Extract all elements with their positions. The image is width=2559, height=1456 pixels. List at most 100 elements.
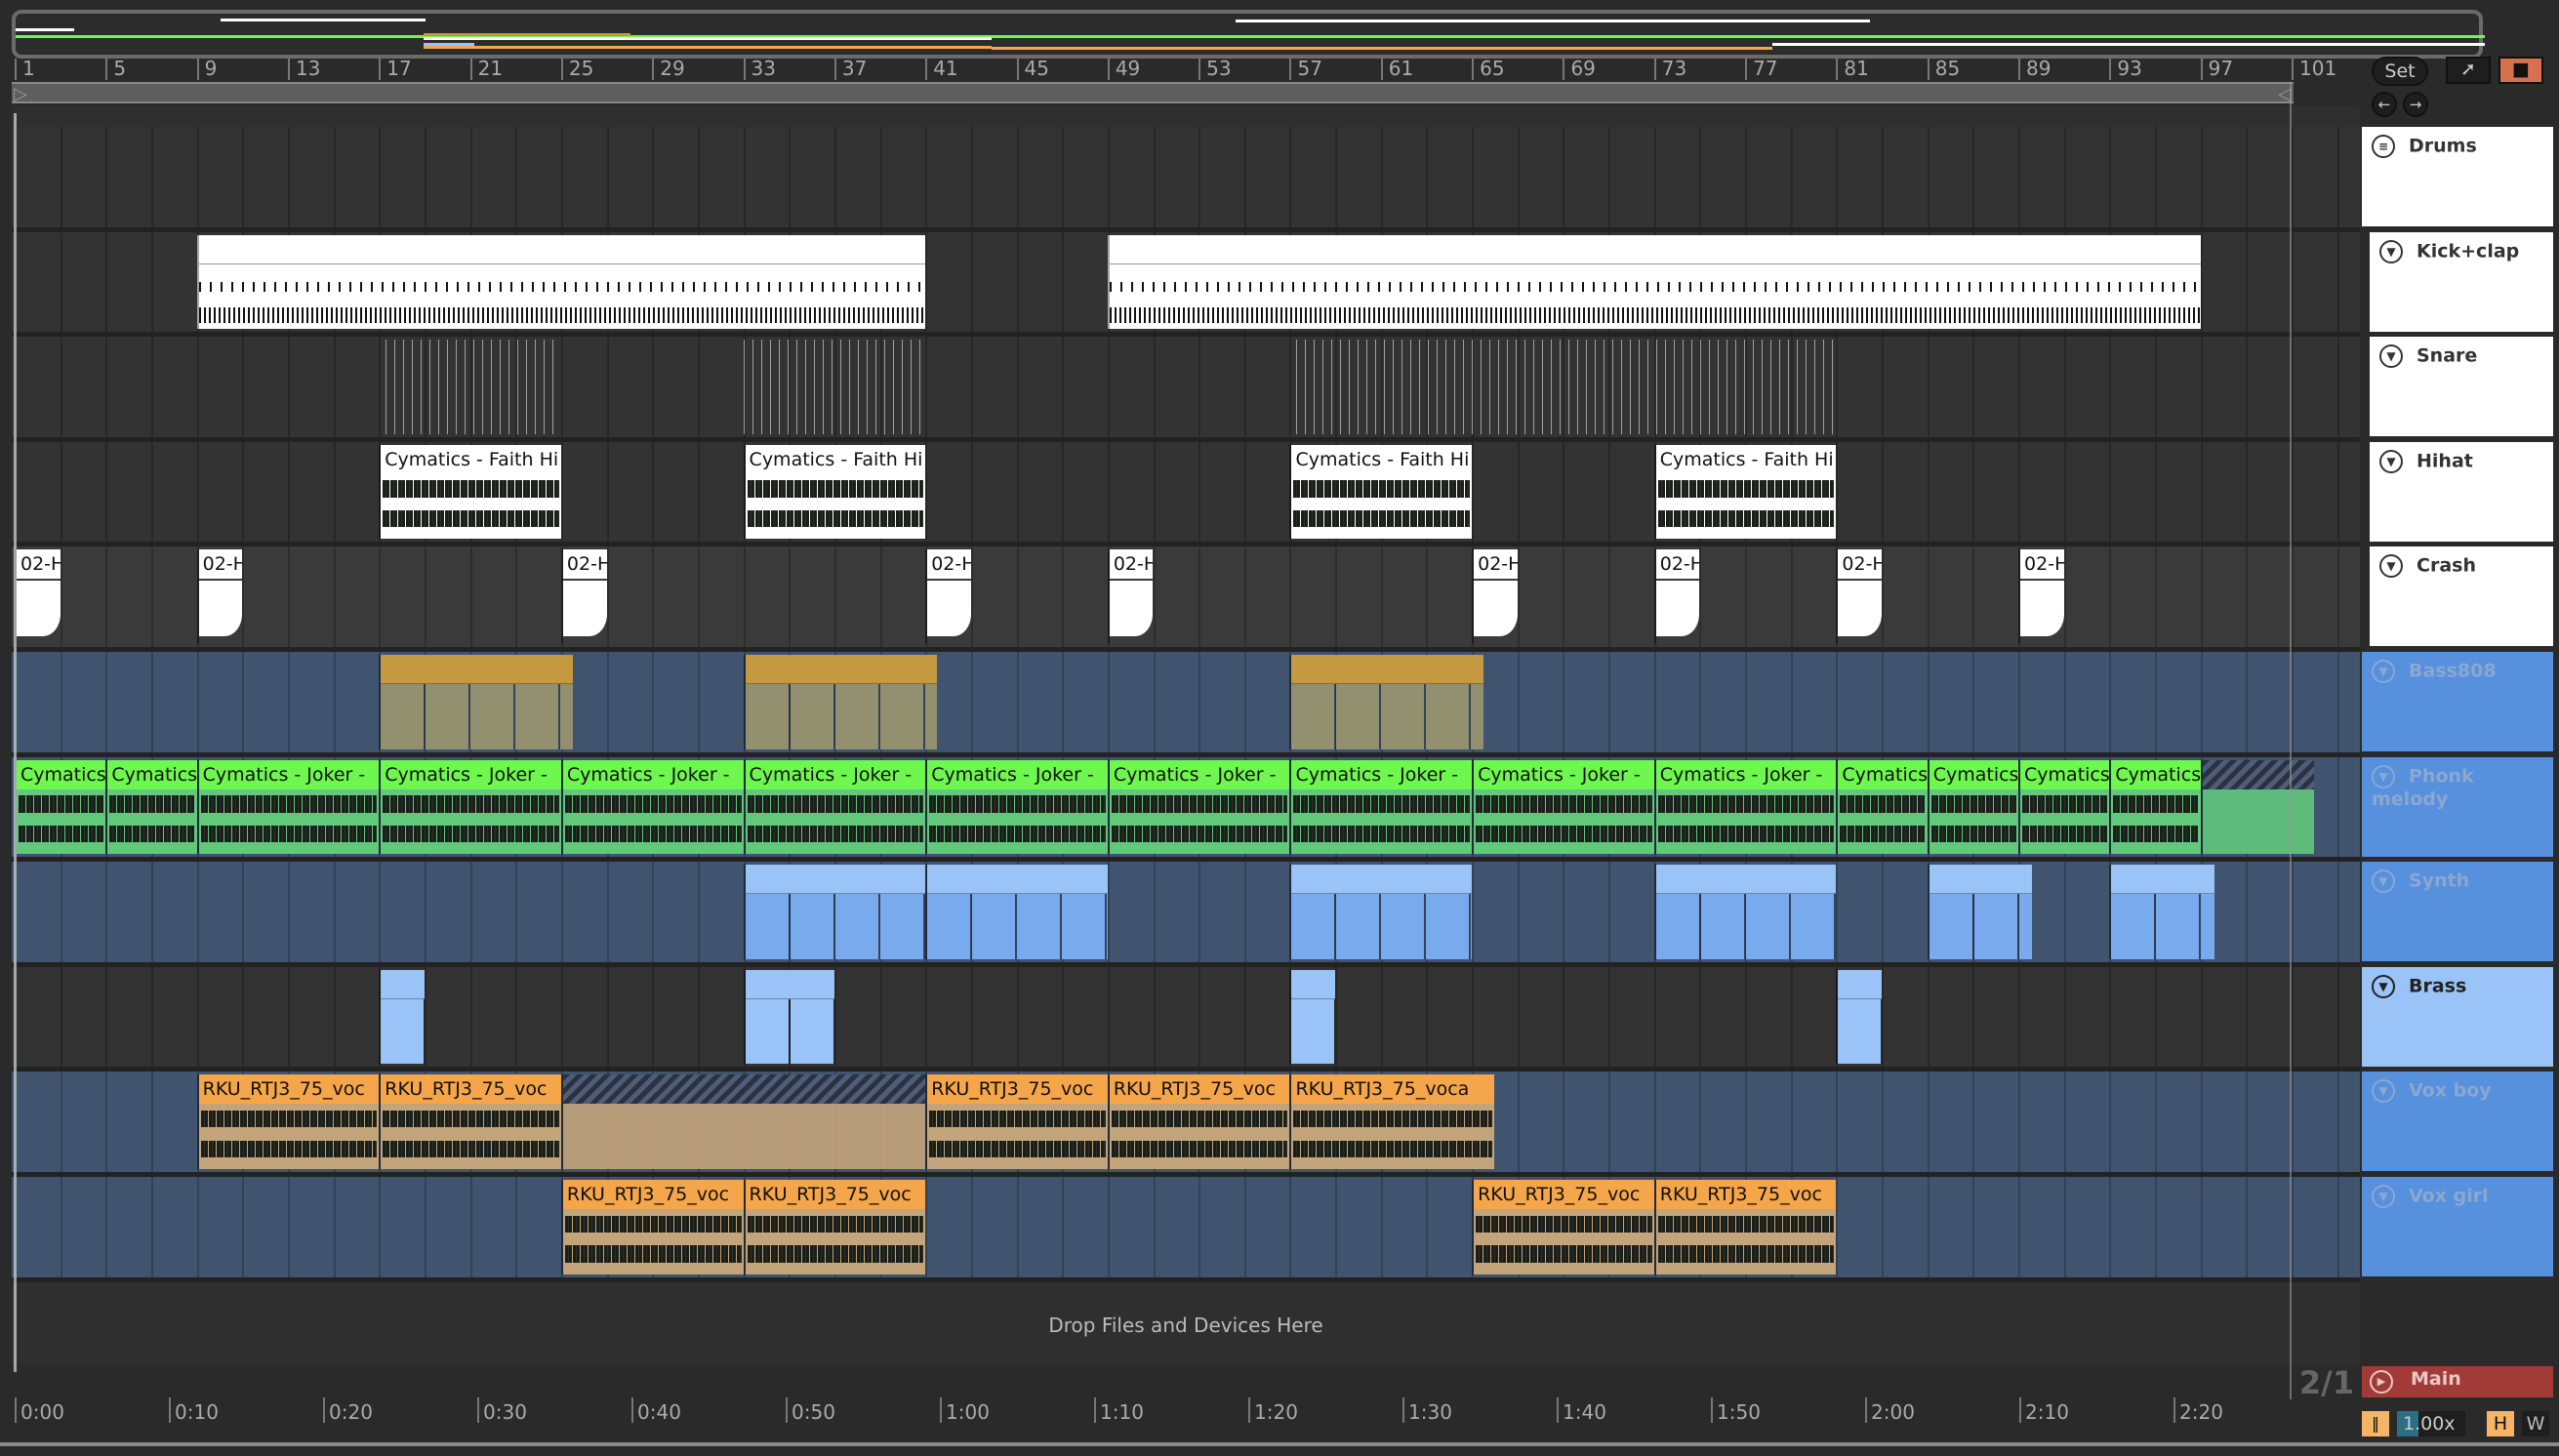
- w-toggle[interactable]: W: [2522, 1411, 2549, 1436]
- arrangement-overview[interactable]: [12, 10, 2485, 59]
- set-button[interactable]: Set: [2372, 57, 2428, 86]
- clip[interactable]: 02-H: [15, 549, 61, 644]
- clip[interactable]: RKU_RTJ3_75_voc: [925, 1074, 1108, 1169]
- arrangement-lanes[interactable]: Drop Files and Devices Here Cymatics - F…: [12, 105, 2360, 1364]
- track-header-phonk-melody[interactable]: ▼ Phonk melody: [2362, 756, 2553, 857]
- clip[interactable]: [1927, 865, 2033, 959]
- track-header-brass[interactable]: ▼ Brass: [2362, 966, 2553, 1067]
- follow-button[interactable]: ➚: [2446, 57, 2491, 84]
- clip[interactable]: Cymatics - Joker -: [379, 759, 561, 855]
- clip[interactable]: Cymatics - Joker -: [743, 759, 926, 855]
- clip[interactable]: [1296, 340, 1837, 434]
- track-fold-icon[interactable]: ▼: [2372, 764, 2395, 789]
- clip[interactable]: Cymatics - Joker -: [1472, 759, 1654, 855]
- track-fold-icon[interactable]: ▼: [2379, 554, 2403, 579]
- track-lane-hihat[interactable]: Cymatics - Faith Hi Cymatics - Faith Hi Cy…: [12, 441, 2360, 547]
- time-ruler[interactable]: 0:00 0:10 0:20 0:30 0:40 0:50 1:00 1:10 1:20 1:30…: [12, 1397, 2360, 1427]
- track-header-drums[interactable]: ≡ Drums: [2362, 127, 2553, 226]
- clip[interactable]: [743, 969, 834, 1065]
- clip[interactable]: 02-H: [1836, 549, 1883, 644]
- clip[interactable]: [379, 655, 573, 749]
- clip[interactable]: Cymatics - Joker -: [1107, 759, 1290, 855]
- clip[interactable]: [560, 1074, 926, 1169]
- track-lane-synth[interactable]: [12, 862, 2360, 967]
- clip[interactable]: Cymatics - Faith Hi: [743, 444, 926, 540]
- clip[interactable]: [1289, 865, 1473, 959]
- clip[interactable]: Cymatics - Joker -: [1289, 759, 1473, 855]
- track-lane-drums[interactable]: [12, 127, 2360, 232]
- track-fold-icon[interactable]: ▼: [2379, 239, 2403, 263]
- clip[interactable]: [1289, 969, 1336, 1065]
- clip[interactable]: 02-H: [1653, 549, 1700, 644]
- clip[interactable]: 02-H: [560, 549, 607, 644]
- clip[interactable]: Cymatics - Joker -: [925, 759, 1108, 855]
- clip[interactable]: RKU_RTJ3_75_voc: [1472, 1180, 1654, 1274]
- track-lane-brass[interactable]: [12, 966, 2360, 1072]
- track-lane-kick-clap[interactable]: [12, 231, 2360, 338]
- clip[interactable]: Cymatics - Joker -: [1653, 759, 1837, 855]
- main-track-header[interactable]: ▶ Main: [2362, 1366, 2553, 1397]
- clip[interactable]: [1836, 969, 1883, 1065]
- clip[interactable]: Cymatics - Faith Hi: [379, 444, 561, 540]
- clip[interactable]: [379, 969, 425, 1065]
- track-header-bass808[interactable]: ▼ Bass808: [2362, 652, 2553, 751]
- clip[interactable]: RKU_RTJ3_75_voc: [1107, 1074, 1290, 1169]
- track-header-hihat[interactable]: ▼ Hihat: [2370, 441, 2553, 542]
- horizontal-scrollbar[interactable]: [0, 1442, 2559, 1446]
- group-fold-icon[interactable]: ≡: [2372, 135, 2395, 158]
- clip[interactable]: [1653, 865, 1837, 959]
- clip[interactable]: [196, 234, 926, 330]
- clip[interactable]: RKU_RTJ3_75_voc: [743, 1180, 926, 1274]
- clip[interactable]: [743, 655, 937, 749]
- clip[interactable]: RKU_RTJ3_75_voc: [379, 1074, 561, 1169]
- track-lane-bass808[interactable]: [12, 652, 2360, 757]
- track-header-snare[interactable]: ▼ Snare: [2370, 337, 2553, 437]
- clip[interactable]: [386, 340, 561, 434]
- track-header-vox-boy[interactable]: ▼ Vox boy: [2362, 1072, 2553, 1172]
- track-header-synth[interactable]: ▼ Synth: [2362, 862, 2553, 962]
- next-locator-button[interactable]: →: [2403, 92, 2428, 117]
- clip[interactable]: [743, 340, 926, 434]
- track-lane-vox-girl[interactable]: RKU_RTJ3_75_voc RKU_RTJ3_75_voc RKU_RTJ3_7…: [12, 1177, 2360, 1282]
- clip[interactable]: 02-H: [1472, 549, 1518, 644]
- clip[interactable]: 02-H: [196, 549, 243, 644]
- track-fold-icon[interactable]: ▼: [2379, 344, 2403, 369]
- track-fold-icon[interactable]: ▼: [2372, 974, 2395, 998]
- clip[interactable]: [743, 865, 926, 959]
- track-fold-icon[interactable]: ▼: [2372, 1185, 2395, 1208]
- track-fold-icon[interactable]: ▼: [2372, 1079, 2395, 1104]
- clip[interactable]: Cymatics - Joker -: [560, 759, 744, 855]
- track-lane-snare[interactable]: [12, 337, 2360, 442]
- clip[interactable]: 02-H: [925, 549, 971, 644]
- track-header-vox-girl[interactable]: ▼ Vox girl: [2362, 1177, 2553, 1276]
- track-fold-icon[interactable]: ▼: [2379, 449, 2403, 473]
- track-header-kick-clap[interactable]: ▼ Kick+clap: [2370, 231, 2553, 332]
- clip[interactable]: [1289, 655, 1483, 749]
- clip[interactable]: Cymatics: [1836, 759, 1928, 855]
- clip[interactable]: RKU_RTJ3_75_voc: [1653, 1180, 1837, 1274]
- track-fold-icon[interactable]: ▼: [2372, 870, 2395, 894]
- clip[interactable]: [925, 865, 1108, 959]
- clip[interactable]: Cymatics: [2018, 759, 2110, 855]
- drop-area[interactable]: Drop Files and Devices Here: [12, 1286, 2360, 1364]
- clip[interactable]: 02-H: [2018, 549, 2064, 644]
- track-header-crash[interactable]: ▼ Crash: [2370, 546, 2553, 647]
- warp-toggle[interactable]: ‖: [2362, 1411, 2389, 1436]
- track-lane-vox-boy[interactable]: RKU_RTJ3_75_voc RKU_RTJ3_75_voc RKU_RTJ3_7…: [12, 1072, 2360, 1177]
- clip[interactable]: RKU_RTJ3_75_voca: [1289, 1074, 1495, 1169]
- clip[interactable]: Cymatics - Faith Hi: [1653, 444, 1837, 540]
- clip[interactable]: [2109, 865, 2214, 959]
- clip[interactable]: Cymatics: [15, 759, 106, 855]
- clip[interactable]: Cymatics - Joker -: [196, 759, 380, 855]
- clip[interactable]: [1107, 234, 2201, 330]
- h-toggle[interactable]: H: [2487, 1411, 2514, 1436]
- track-fold-icon[interactable]: ▼: [2372, 660, 2395, 683]
- clip[interactable]: RKU_RTJ3_75_voc: [196, 1074, 380, 1169]
- loop-bar[interactable]: ▷ ◁: [12, 82, 2294, 104]
- clip[interactable]: Cymatics: [1927, 759, 2019, 855]
- prev-locator-button[interactable]: ←: [2372, 92, 2397, 117]
- loop-start-marker[interactable]: ▷: [14, 84, 27, 104]
- clip[interactable]: RKU_RTJ3_75_voc: [560, 1180, 744, 1274]
- clip[interactable]: Cymatics: [105, 759, 197, 855]
- lock-button[interactable]: ■: [2498, 57, 2543, 84]
